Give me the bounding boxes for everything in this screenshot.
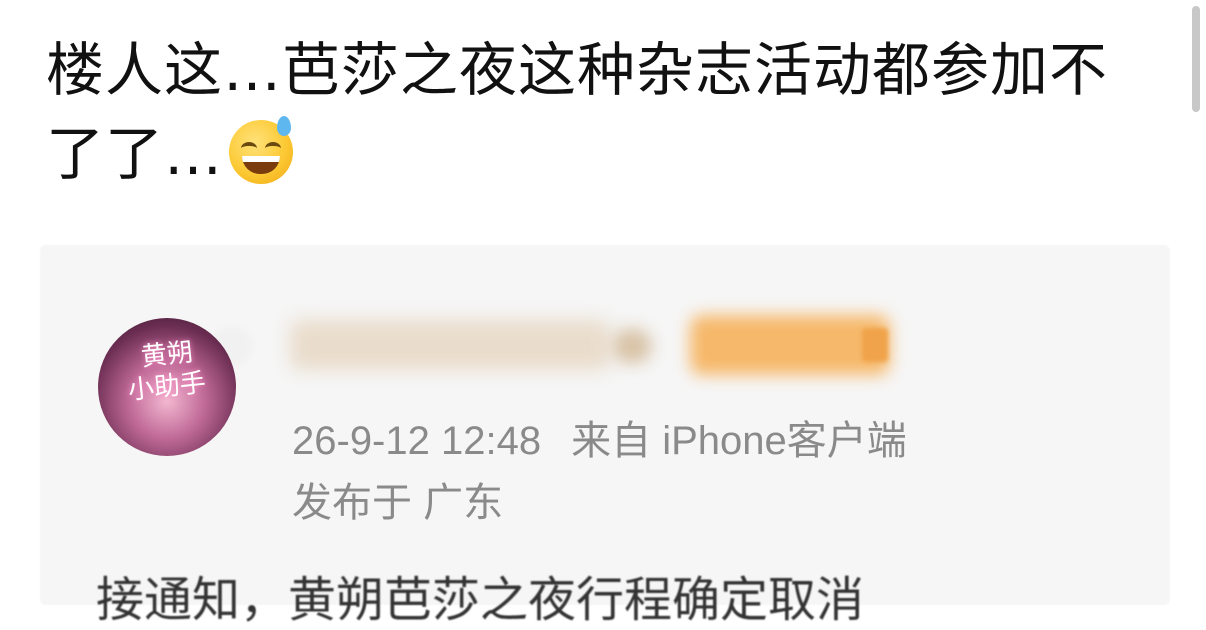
post-source: 来自 iPhone客户端 xyxy=(571,419,907,463)
blurred-verified-badge-icon xyxy=(612,328,652,364)
avatar[interactable]: 黄朔 小助手 xyxy=(98,318,236,456)
post-meta-line1: 26-9-12 12:48 来自 iPhone客户端 xyxy=(292,408,907,466)
sweat-smile-emoji-icon xyxy=(229,116,294,184)
post-title-text: 楼人这…芭莎之夜这种杂志活动都参加不了了… xyxy=(46,36,1109,188)
post-meta-line2: 发布于 广东 xyxy=(292,470,503,528)
scrollbar[interactable] xyxy=(1192,6,1200,112)
post-title: 楼人这…芭莎之夜这种杂志活动都参加不了了… xyxy=(46,28,1166,196)
blurred-username xyxy=(290,320,610,370)
post-location: 发布于 广东 xyxy=(292,481,504,525)
post-timestamp: 26-9-12 12:48 xyxy=(292,419,542,463)
member-tag-icon xyxy=(862,328,888,362)
post-body-partial: 接通知，黄朔芭莎之夜行程确定取消 xyxy=(96,572,865,628)
blurred-member-tag xyxy=(690,315,890,375)
